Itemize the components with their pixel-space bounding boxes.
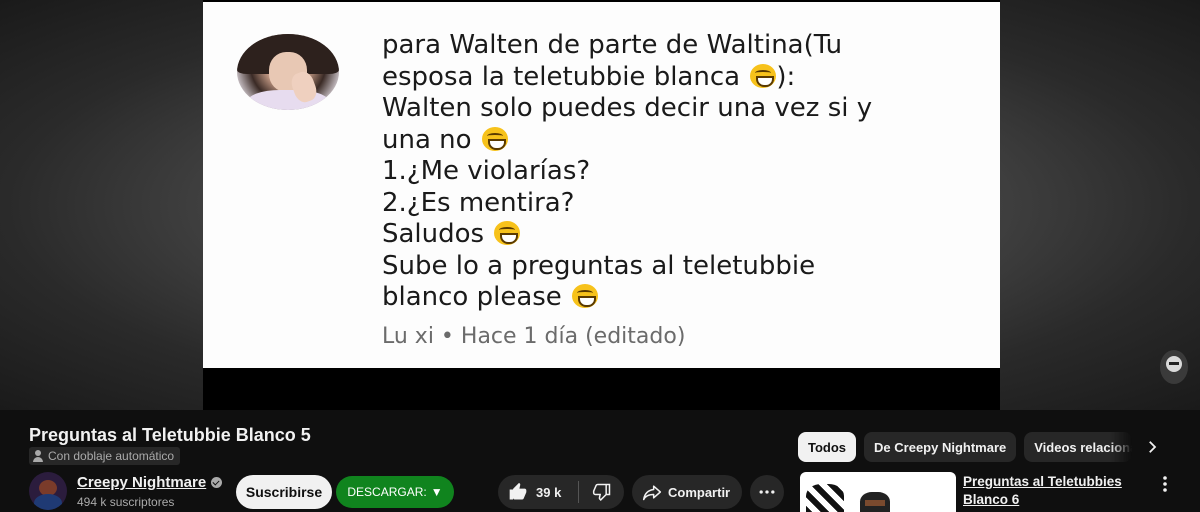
comment-line-text: Walten solo puedes decir una vez si y [382, 93, 873, 123]
comment-line-text: blanco please [382, 282, 571, 312]
grinning-face-icon [481, 126, 508, 151]
like-button[interactable]: 39 k [498, 475, 578, 509]
recommended-video-thumbnail[interactable] [800, 472, 956, 512]
channel-avatar[interactable] [29, 472, 67, 510]
comment-line: esposa la teletubbie blanca ): [382, 62, 992, 94]
comment-line-text: 2.¿Es mentira? [382, 187, 575, 218]
more-actions-button[interactable] [750, 475, 784, 509]
filter-chips: Todos De Creepy Nightmare Videos relacio… [798, 432, 1133, 462]
thumbs-down-icon [592, 483, 610, 501]
channel-name[interactable]: Creepy Nightmare [77, 474, 206, 491]
comment-line: Saludos [382, 219, 992, 251]
download-label: DESCARGAR: [347, 485, 427, 499]
chevron-right-icon [1149, 441, 1157, 453]
more-horizontal-icon [759, 490, 775, 494]
dubbing-label: Con doblaje automático [48, 449, 175, 463]
dislike-button[interactable] [579, 475, 624, 509]
comment-line: 2.¿Es mentira? [382, 188, 992, 220]
like-dislike-group: 39 k [498, 475, 624, 509]
comment-line-text: Saludos [382, 219, 493, 249]
channel-name-link[interactable]: Creepy Nightmare [77, 474, 223, 491]
comment-text: para Walten de parte de Waltina(Tu esposa… [382, 30, 992, 314]
channel-watermark-icon[interactable] [1160, 350, 1188, 384]
comment-line-text: una no [382, 124, 480, 155]
subscribe-button[interactable]: Suscribirse [236, 475, 332, 509]
download-button[interactable]: DESCARGAR: ▼ [336, 476, 454, 508]
chips-next-button[interactable] [1138, 432, 1166, 462]
video-player[interactable]: para Walten de parte de Waltina(Tu esposa… [0, 0, 1200, 410]
video-title: Preguntas al Teletubbie Blanco 5 [29, 425, 311, 445]
comment-line-text: 1.¿Me violarías? [382, 156, 591, 186]
thumbs-up-icon [509, 482, 527, 500]
comment-line: blanco please [382, 282, 992, 314]
recommended-video-title[interactable]: Preguntas al Teletubbies Blanco 6 [963, 473, 1158, 509]
share-arrow-icon [642, 485, 662, 501]
comment-line-text: Sube lo a preguntas al teletubbie [382, 250, 816, 281]
recommended-video-menu-button[interactable] [1158, 474, 1172, 494]
share-label: Compartir [668, 484, 731, 500]
dropdown-arrow-icon: ▼ [430, 485, 443, 499]
dubbing-badge: Con doblaje automático [29, 447, 181, 465]
comment-line-text: esposa la teletubbie blanca [382, 61, 749, 92]
chip-channel[interactable]: De Creepy Nightmare [864, 432, 1017, 462]
comment-line-text: para Walten de parte de Waltina(Tu [382, 30, 843, 60]
grinning-face-icon [494, 221, 521, 245]
comment-line: Sube lo a preguntas al teletubbie [382, 251, 992, 283]
verified-icon [211, 477, 223, 488]
comment-line: una no [382, 125, 992, 157]
subscriber-count: 494 k suscriptores [77, 495, 175, 509]
commenter-avatar [237, 34, 339, 110]
comment-line-suffix: ): [776, 61, 796, 92]
comment-meta: Lu xi • Hace 1 día (editado) [382, 324, 686, 349]
person-voice-icon [33, 450, 45, 462]
chip-todos[interactable]: Todos [798, 432, 857, 462]
comment-line: para Walten de parte de Waltina(Tu [382, 30, 992, 62]
comment-line: 1.¿Me violarías? [382, 156, 992, 188]
grinning-face-icon [572, 284, 599, 308]
grinning-face-icon [750, 63, 777, 88]
comment-line: Walten solo puedes decir una vez si y [382, 93, 992, 125]
more-vertical-icon [1163, 476, 1167, 492]
like-count: 39 k [536, 484, 562, 500]
chip-related[interactable]: Videos relacionados [1024, 432, 1133, 462]
share-button[interactable]: Compartir [632, 475, 742, 509]
